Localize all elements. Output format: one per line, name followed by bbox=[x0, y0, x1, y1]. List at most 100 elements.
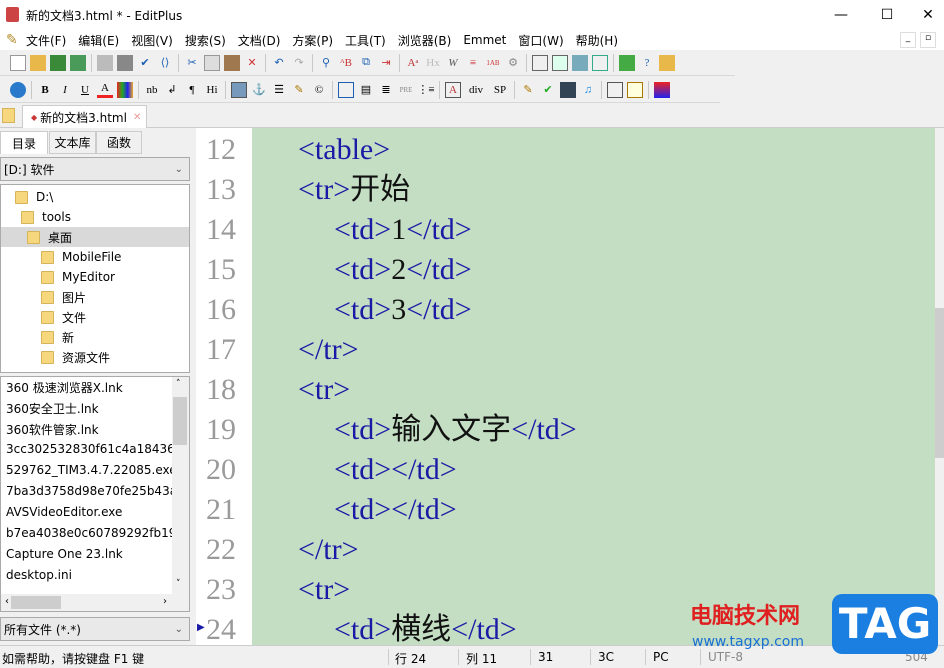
new-file-icon[interactable] bbox=[10, 54, 26, 71]
drive-dropdown[interactable]: [D:] 软件 ⌄ bbox=[0, 157, 190, 181]
menu-project[interactable]: 方案(P) bbox=[292, 32, 333, 49]
code-line[interactable]: <table> bbox=[298, 130, 390, 170]
replace-icon[interactable]: ᴬB bbox=[338, 55, 354, 71]
file-item[interactable]: 3cc302532830f61c4a1843616 bbox=[6, 442, 174, 463]
code-line[interactable]: <td>3</td> bbox=[334, 290, 472, 330]
pre-button[interactable]: PRE bbox=[398, 82, 414, 98]
help-icon[interactable]: ? bbox=[639, 55, 655, 71]
tree-item[interactable]: 文件 bbox=[41, 307, 86, 327]
edit-icon[interactable]: ✎ bbox=[520, 82, 536, 98]
scroll-right-icon[interactable]: › bbox=[163, 596, 167, 607]
validate-icon[interactable]: ✔ bbox=[540, 82, 556, 98]
paste-icon[interactable] bbox=[224, 54, 240, 71]
music-icon[interactable]: ♫ bbox=[580, 82, 596, 98]
scroll-thumb[interactable] bbox=[173, 397, 187, 445]
menu-window[interactable]: 窗口(W) bbox=[518, 32, 563, 49]
tab-directory[interactable]: 目录 bbox=[0, 131, 48, 154]
output-icon[interactable] bbox=[592, 54, 608, 71]
code-line[interactable]: </tr> bbox=[298, 530, 359, 570]
hr-icon[interactable]: ☰ bbox=[271, 82, 287, 98]
folder-icon[interactable] bbox=[2, 108, 15, 123]
maximize-button[interactable]: ☐ bbox=[864, 0, 910, 30]
menu-emmet[interactable]: Emmet bbox=[463, 33, 506, 47]
film-icon[interactable] bbox=[560, 81, 576, 98]
menu-browser[interactable]: 浏览器(B) bbox=[398, 32, 452, 49]
browser-preview-icon[interactable]: ⟨⟩ bbox=[157, 55, 173, 71]
mdi-restore-button[interactable]: ▫ bbox=[920, 32, 936, 48]
globe-icon[interactable] bbox=[10, 81, 26, 98]
cut-icon[interactable]: ✂ bbox=[184, 55, 200, 71]
file-item[interactable]: 360安全卫士.lnk bbox=[6, 400, 174, 421]
file-list-scrollbar[interactable]: ˄ ˅ bbox=[172, 377, 189, 595]
span-button[interactable]: SP bbox=[491, 82, 509, 98]
indent-icon[interactable]: ≡ bbox=[465, 55, 481, 71]
code-editor[interactable]: <table> <tr>开始 <td>1</td> <td>2</td> <td>3</… bbox=[252, 128, 935, 645]
open-icon[interactable] bbox=[30, 54, 46, 71]
clip-icon[interactable] bbox=[572, 54, 588, 71]
font-icon[interactable]: Aᵃ bbox=[405, 55, 421, 71]
tree-item[interactable]: tools bbox=[21, 207, 71, 227]
tab-functions[interactable]: 函数 bbox=[96, 131, 142, 154]
goto-line-icon[interactable]: ⇥ bbox=[378, 55, 394, 71]
hscroll-thumb[interactable] bbox=[11, 596, 61, 609]
scroll-left-icon[interactable]: ‹ bbox=[5, 596, 9, 607]
mdi-minimize-button[interactable]: _ bbox=[900, 32, 916, 48]
font-color-button[interactable]: A bbox=[97, 82, 113, 98]
minimize-button[interactable]: — bbox=[818, 0, 864, 30]
menu-tools[interactable]: 工具(T) bbox=[345, 32, 386, 49]
menu-help[interactable]: 帮助(H) bbox=[576, 32, 618, 49]
list-bullet-icon[interactable]: ⋮≡ bbox=[417, 82, 434, 98]
code-line[interactable]: </tr> bbox=[298, 330, 359, 370]
code-line[interactable]: <td></td> bbox=[334, 450, 457, 490]
editor-scrollbar[interactable] bbox=[935, 128, 944, 645]
tree-item[interactable]: 图片 bbox=[41, 287, 86, 307]
code-line[interactable]: <td></td> bbox=[334, 490, 457, 530]
word-wrap-icon[interactable]: W bbox=[445, 55, 461, 71]
code-line[interactable]: <td>1</td> bbox=[334, 210, 472, 250]
menu-search[interactable]: 搜索(S) bbox=[185, 32, 226, 49]
undo-icon[interactable]: ↶ bbox=[271, 55, 287, 71]
copyright-icon[interactable]: © bbox=[311, 82, 327, 98]
menu-document[interactable]: 文档(D) bbox=[238, 32, 281, 49]
tree-item[interactable]: 新 bbox=[41, 327, 74, 347]
scroll-up-icon[interactable]: ˄ bbox=[176, 379, 181, 389]
cliptext-icon[interactable] bbox=[659, 54, 675, 71]
file-item[interactable]: 529762_TIM3.4.7.22085.exe bbox=[6, 463, 174, 484]
menu-view[interactable]: 视图(V) bbox=[131, 32, 173, 49]
div-button[interactable]: div bbox=[465, 82, 487, 98]
tab-close-icon[interactable]: ✕ bbox=[133, 112, 141, 123]
italic-button[interactable]: I bbox=[57, 82, 73, 98]
find-icon[interactable]: ⚲ bbox=[318, 55, 334, 71]
file-item[interactable]: AVSVideoEditor.exe bbox=[6, 505, 174, 526]
print-preview-icon[interactable] bbox=[97, 54, 113, 71]
center-icon[interactable]: ≣ bbox=[378, 82, 394, 98]
tab-document[interactable]: ◆ 新的文档3.html ✕ bbox=[22, 105, 147, 128]
code-line[interactable]: <td>输入文字</td> bbox=[334, 410, 577, 450]
code-line[interactable]: <tr> bbox=[298, 370, 350, 410]
list-icon[interactable] bbox=[532, 54, 548, 71]
menu-edit[interactable]: 编辑(E) bbox=[78, 32, 119, 49]
comment-icon[interactable]: ✎ bbox=[291, 82, 307, 98]
table-icon[interactable] bbox=[338, 81, 354, 98]
hex-icon[interactable]: Hx bbox=[425, 55, 441, 71]
align-icon[interactable]: ▤ bbox=[358, 82, 374, 98]
image-icon[interactable] bbox=[231, 81, 247, 98]
scroll-down-icon[interactable]: ˅ bbox=[176, 579, 181, 589]
underline-button[interactable]: U bbox=[77, 82, 93, 98]
tree-item[interactable]: 资源文件 bbox=[41, 347, 110, 367]
code-line[interactable]: <tr> bbox=[298, 570, 350, 610]
close-button[interactable]: ✕ bbox=[905, 0, 944, 30]
nbsp-button[interactable]: nb bbox=[144, 82, 160, 98]
delete-icon[interactable]: ✕ bbox=[244, 55, 260, 71]
save-all-icon[interactable] bbox=[70, 54, 86, 71]
print-icon[interactable] bbox=[117, 54, 133, 71]
frame-icon[interactable] bbox=[607, 81, 623, 98]
tree-item[interactable]: MyEditor bbox=[41, 267, 115, 287]
tree-item[interactable]: D:\ bbox=[15, 187, 53, 207]
settings-icon[interactable]: ⚙ bbox=[505, 55, 521, 71]
file-list-hscrollbar[interactable]: ‹ › bbox=[1, 594, 189, 611]
heading-button[interactable]: Hi bbox=[204, 82, 220, 98]
spellcheck-icon[interactable]: ✔ bbox=[137, 55, 153, 71]
file-item[interactable]: 7ba3d3758d98e70fe25b43a0 bbox=[6, 484, 174, 505]
file-item[interactable]: 360软件管家.lnk bbox=[6, 421, 174, 442]
